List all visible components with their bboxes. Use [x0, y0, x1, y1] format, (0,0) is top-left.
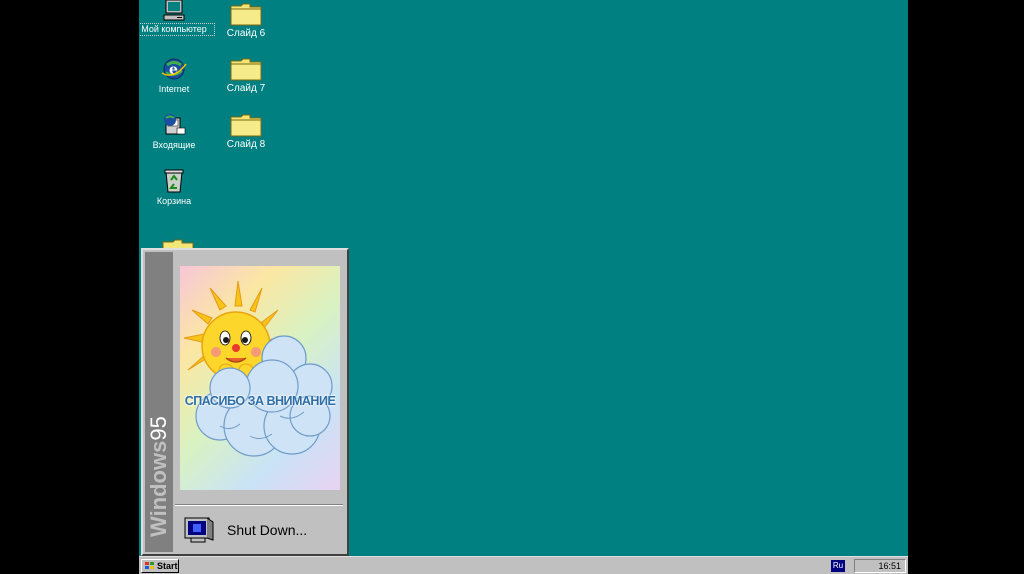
folder-label: Слайд 7 — [226, 83, 266, 94]
desktop[interactable]: Мой компьютер e Internet Входящие Корзин… — [139, 0, 908, 574]
folder-icon — [230, 3, 262, 26]
start-label: Start — [157, 561, 178, 571]
shutdown-label: Shut Down... — [227, 522, 308, 538]
shutdown-computer-icon — [184, 517, 214, 543]
banner-version: 95 — [146, 416, 171, 441]
start-button[interactable]: Start — [141, 559, 179, 573]
desktop-icon-label: Мой компьютер — [139, 23, 215, 36]
folder-icon — [230, 114, 262, 137]
language-indicator[interactable]: Ru — [831, 560, 845, 572]
taskbar: Start Ru 16:51 — [139, 556, 908, 574]
folder-label: Слайд 6 — [226, 28, 266, 39]
desktop-folder-slide-8[interactable]: Слайд 8 — [206, 113, 286, 150]
menu-separator — [175, 504, 343, 506]
thank-you-caption: СПАСИБО ЗА ВНИМАНИЕ — [184, 394, 336, 408]
internet-explorer-icon: e — [161, 58, 187, 80]
my-computer-icon — [163, 0, 185, 21]
desktop-folder-slide-7[interactable]: Слайд 7 — [206, 57, 286, 94]
shutdown-menu-item[interactable]: Shut Down... — [175, 512, 343, 548]
desktop-icon-inbox[interactable]: Входящие — [139, 112, 214, 151]
sun-on-cloud-picture: СПАСИБО ЗА ВНИМАНИЕ — [180, 266, 340, 490]
start-menu-banner: Windows95 — [145, 252, 173, 552]
banner-brand: Windows — [146, 440, 171, 537]
desktop-folder-slide-6[interactable]: Слайд 6 — [206, 2, 286, 39]
desktop-icon-label: Internet — [158, 84, 190, 94]
recycle-bin-icon — [164, 169, 184, 193]
inbox-icon — [164, 114, 186, 135]
system-tray: Ru 16:51 — [831, 559, 906, 573]
folder-icon — [230, 58, 262, 81]
sun-cloud-illustration — [183, 280, 333, 457]
folder-label: Слайд 8 — [226, 139, 266, 150]
desktop-icon-label: Корзина — [156, 196, 192, 206]
desktop-icon-my-computer[interactable]: Мой компьютер — [139, 0, 215, 36]
start-menu: Windows95 СПАСИБО ЗА ВНИМАНИЕ Shut Down.… — [141, 248, 349, 556]
desktop-icon-label: Входящие — [152, 140, 196, 150]
desktop-icon-recycle-bin[interactable]: Корзина — [139, 168, 214, 207]
clock[interactable]: 16:51 — [878, 561, 901, 571]
desktop-icon-internet[interactable]: e Internet — [139, 56, 214, 95]
windows-logo-icon — [145, 562, 154, 569]
